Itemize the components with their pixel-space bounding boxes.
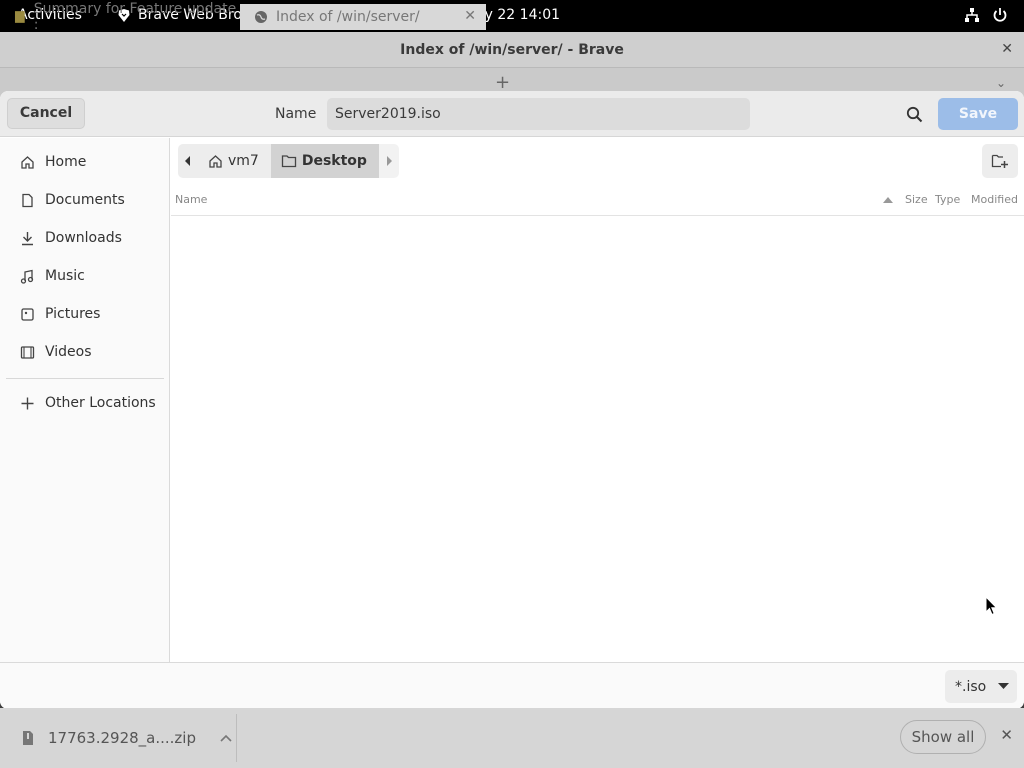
home-icon bbox=[209, 154, 222, 168]
dialog-header: Cancel Name Save bbox=[0, 91, 1024, 137]
close-downloads-icon[interactable]: ✕ bbox=[1000, 726, 1013, 744]
path-crumb-desktop[interactable]: Desktop bbox=[270, 144, 379, 178]
path-crumb-vm7[interactable]: vm7 bbox=[198, 144, 271, 178]
sidebar-item-pictures[interactable]: Pictures bbox=[0, 295, 170, 333]
chevron-right-icon bbox=[386, 156, 392, 166]
search-button[interactable] bbox=[898, 100, 930, 128]
sort-ascending-icon[interactable] bbox=[883, 194, 893, 207]
tab-label: Index of /win/server/ bbox=[276, 9, 420, 25]
page-favicon-icon bbox=[14, 11, 25, 23]
show-all-button[interactable]: Show all bbox=[900, 720, 986, 754]
tab-label: Summary for Feature update : bbox=[33, 1, 237, 33]
file-list[interactable] bbox=[171, 216, 1024, 662]
search-icon bbox=[906, 106, 922, 122]
sidebar-item-label: Music bbox=[45, 268, 85, 284]
sidebar-item-label: Videos bbox=[45, 344, 92, 360]
sidebar-item-home[interactable]: Home bbox=[0, 143, 170, 181]
chevron-down-icon[interactable]: ⌄ bbox=[996, 76, 1006, 90]
video-icon bbox=[20, 345, 35, 359]
column-name[interactable]: Name bbox=[175, 193, 207, 206]
cancel-button[interactable]: Cancel bbox=[7, 98, 85, 129]
save-button[interactable]: Save bbox=[938, 98, 1018, 130]
path-scroll-right-button[interactable] bbox=[378, 144, 399, 178]
sidebar-item-videos[interactable]: Videos bbox=[0, 333, 170, 371]
filename-input[interactable] bbox=[327, 98, 750, 130]
tab-summary[interactable]: Summary for Feature update : bbox=[0, 1, 240, 33]
file-type-filter[interactable]: *.iso bbox=[945, 670, 1017, 703]
music-icon bbox=[20, 269, 34, 284]
tab-index[interactable]: Index of /win/server/ ✕ bbox=[240, 4, 486, 30]
window-titlebar: Index of /win/server/ - Brave ✕ bbox=[0, 32, 1024, 68]
download-icon bbox=[22, 231, 33, 245]
power-icon bbox=[993, 8, 1007, 22]
mouse-cursor-icon bbox=[985, 596, 998, 616]
path-crumb-label: Desktop bbox=[301, 153, 367, 169]
new-folder-icon bbox=[991, 154, 1008, 168]
places-sidebar: Home Documents Downloads Music Pictures … bbox=[0, 138, 170, 662]
sidebar-item-label: Documents bbox=[45, 192, 125, 208]
new-tab-plus-icon[interactable]: + bbox=[495, 72, 510, 93]
path-crumb-label: vm7 bbox=[228, 153, 259, 169]
name-label: Name bbox=[275, 106, 317, 122]
close-window-icon[interactable]: ✕ bbox=[1001, 41, 1013, 57]
path-scroll-left-button[interactable] bbox=[178, 144, 198, 178]
save-file-dialog: Cancel Name Save Home Documents Download… bbox=[0, 91, 1024, 709]
downloads-divider bbox=[236, 714, 237, 762]
sidebar-item-documents[interactable]: Documents bbox=[0, 181, 170, 219]
chevron-left-icon bbox=[185, 156, 190, 166]
filter-value: *.iso bbox=[955, 678, 987, 695]
sidebar-item-other-locations[interactable]: Other Locations bbox=[0, 384, 170, 422]
sidebar-item-downloads[interactable]: Downloads bbox=[0, 219, 170, 257]
column-type[interactable]: Type bbox=[935, 193, 960, 206]
file-list-header: Name Size Type Modified bbox=[171, 190, 1024, 216]
sidebar-item-label: Other Locations bbox=[45, 395, 156, 411]
window-title: Index of /win/server/ - Brave bbox=[400, 42, 624, 58]
dropdown-arrow-icon bbox=[998, 683, 1010, 689]
column-modified[interactable]: Modified bbox=[971, 193, 1018, 206]
globe-icon bbox=[255, 11, 267, 23]
home-icon bbox=[21, 155, 34, 169]
new-folder-button[interactable] bbox=[982, 144, 1018, 178]
sidebar-item-label: Downloads bbox=[45, 230, 122, 246]
network-icon bbox=[965, 8, 979, 22]
zip-file-icon bbox=[23, 731, 33, 745]
sidebar-item-label: Pictures bbox=[45, 306, 101, 322]
dialog-footer: *.iso bbox=[0, 662, 1024, 709]
system-tray[interactable] bbox=[964, 7, 1008, 23]
path-bar: vm7 Desktop bbox=[178, 144, 399, 178]
picture-icon bbox=[21, 307, 34, 321]
sidebar-divider bbox=[6, 378, 164, 379]
column-size[interactable]: Size bbox=[905, 193, 928, 206]
close-tab-icon[interactable]: ✕ bbox=[464, 8, 476, 24]
downloads-bar: 17763.2928_a....zip Show all ✕ bbox=[0, 708, 1024, 768]
download-filename: 17763.2928_a....zip bbox=[48, 729, 196, 747]
sidebar-item-music[interactable]: Music bbox=[0, 257, 170, 295]
download-item[interactable]: 17763.2928_a....zip bbox=[22, 722, 232, 754]
chevron-up-icon[interactable] bbox=[220, 734, 232, 742]
plus-icon bbox=[21, 397, 34, 409]
document-icon bbox=[22, 193, 33, 207]
folder-icon bbox=[281, 155, 296, 168]
sidebar-item-label: Home bbox=[45, 154, 87, 170]
